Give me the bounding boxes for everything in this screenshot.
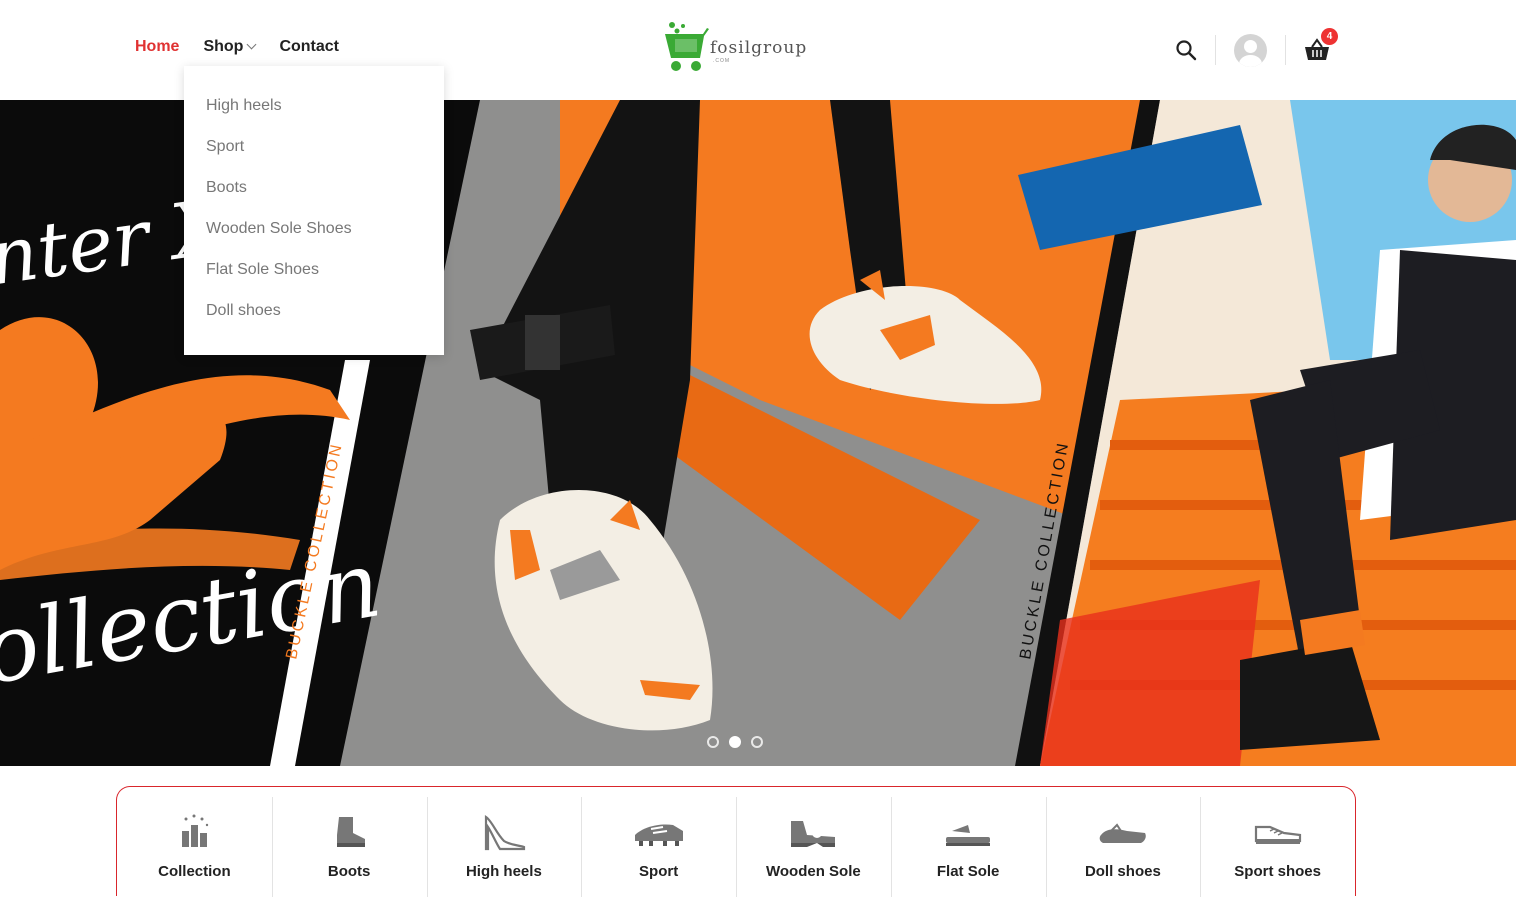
site-logo[interactable]: fosilgroup .COM xyxy=(663,20,813,76)
search-icon xyxy=(1176,40,1197,61)
cleat-icon xyxy=(633,813,685,853)
category-wooden-sole[interactable]: Wooden Sole xyxy=(736,787,891,897)
category-collection[interactable]: Collection xyxy=(117,787,272,896)
nav-shop-label: Shop xyxy=(203,38,244,55)
menu-item-sport[interactable]: Sport xyxy=(184,137,444,178)
collection-icon xyxy=(174,813,214,853)
chevron-down-icon xyxy=(247,39,257,50)
menu-item-boots[interactable]: Boots xyxy=(184,178,444,219)
category-label: High heels xyxy=(465,863,542,880)
slider-dots xyxy=(707,736,773,748)
category-label: Sport shoes xyxy=(1234,863,1321,880)
shop-dropdown-menu: High heels Sport Boots Wooden Sole Shoes… xyxy=(184,66,444,355)
logo-text: fosilgroup xyxy=(710,38,808,58)
slider-dot-3[interactable] xyxy=(751,736,763,748)
category-sport-shoes[interactable]: Sport shoes xyxy=(1200,787,1355,897)
category-boots[interactable]: Boots xyxy=(271,787,427,897)
category-sport[interactable]: Sport xyxy=(581,787,736,897)
boot-icon xyxy=(329,813,369,853)
slider-dot-2[interactable] xyxy=(729,736,741,748)
flat-sole-icon xyxy=(942,813,994,853)
avatar xyxy=(1234,33,1267,67)
category-bar: Collection Boots High heels Sport Wooden… xyxy=(116,786,1356,897)
menu-item-flat-sole-shoes[interactable]: Flat Sole Shoes xyxy=(184,260,444,301)
divider xyxy=(1285,35,1286,65)
menu-item-high-heels[interactable]: High heels xyxy=(184,96,444,137)
category-label: Sport xyxy=(639,863,679,880)
main-nav: Home Shop Contact xyxy=(135,38,363,56)
nav-contact[interactable]: Contact xyxy=(279,38,339,56)
cart-count-badge: 4 xyxy=(1321,28,1338,45)
category-label: Collection xyxy=(158,863,231,880)
category-label: Wooden Sole xyxy=(766,863,861,880)
slider-dot-1[interactable] xyxy=(707,736,719,748)
cart-logo-icon xyxy=(665,22,709,71)
category-high-heels[interactable]: High heels xyxy=(426,787,582,897)
category-label: Doll shoes xyxy=(1084,863,1161,880)
category-label: Flat Sole xyxy=(936,863,1000,880)
logo-subtext: .COM xyxy=(713,58,731,64)
nav-home[interactable]: Home xyxy=(135,38,179,56)
category-flat-sole[interactable]: Flat Sole xyxy=(890,787,1046,897)
divider xyxy=(1215,35,1216,65)
search-button[interactable] xyxy=(1175,39,1197,61)
high-heel-icon xyxy=(482,813,526,853)
category-label: Boots xyxy=(327,863,371,880)
account-button[interactable] xyxy=(1234,33,1267,67)
sneaker-icon xyxy=(1252,813,1304,853)
header-actions: 4 xyxy=(1175,28,1338,70)
menu-item-wooden-sole-shoes[interactable]: Wooden Sole Shoes xyxy=(184,219,444,260)
nav-shop[interactable]: Shop xyxy=(203,38,257,56)
cart-button[interactable]: 4 xyxy=(1304,28,1338,62)
category-doll-shoes[interactable]: Doll shoes xyxy=(1045,787,1201,897)
doll-shoe-icon xyxy=(1097,813,1149,853)
menu-item-doll-shoes[interactable]: Doll shoes xyxy=(184,301,444,342)
wooden-sole-icon xyxy=(787,813,839,853)
